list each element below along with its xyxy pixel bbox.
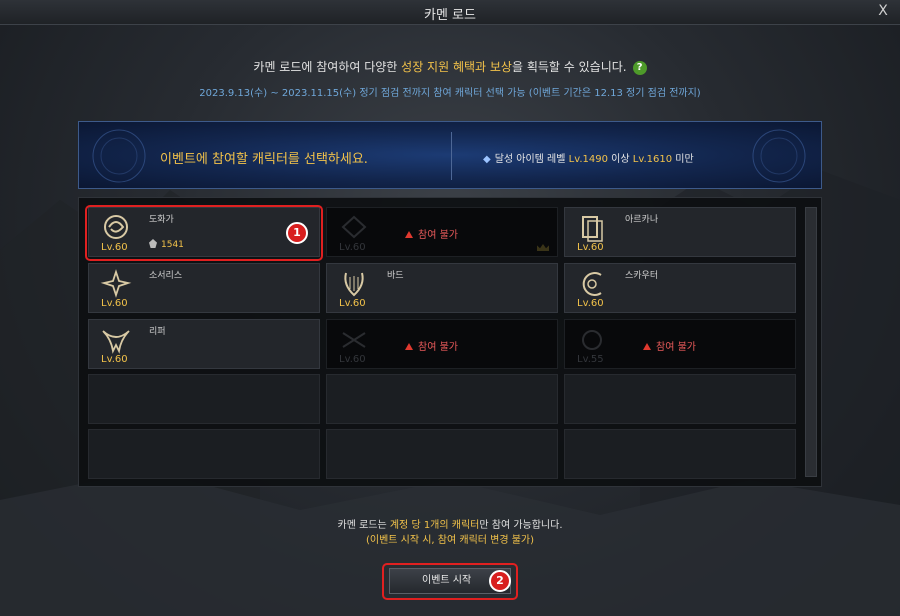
sorceress-icon bbox=[100, 269, 132, 298]
empty-slot bbox=[88, 429, 320, 479]
blocked-class-icon bbox=[342, 332, 366, 348]
warning-icon bbox=[643, 343, 651, 350]
title-bar: 카멘 로드 X bbox=[0, 0, 900, 25]
notice-line-2: (이벤트 시작 시, 참여 캐릭터 변경 불가) bbox=[365, 535, 535, 546]
empty-slot bbox=[564, 429, 796, 479]
empty-slot bbox=[88, 374, 320, 424]
character-slot-sorceress[interactable]: Lv.60 소서리스 bbox=[88, 263, 320, 313]
warning-icon bbox=[405, 343, 413, 350]
close-icon[interactable]: X bbox=[874, 2, 892, 20]
character-slot-arcana[interactable]: Lv.60 아르카나 bbox=[564, 207, 796, 257]
cond-min-level: Lv.1490 bbox=[568, 154, 608, 165]
character-level: Lv.60 bbox=[339, 354, 366, 365]
unavailable-status: 참여 불가 bbox=[643, 338, 696, 353]
character-slot-blocked-2: Lv.60 참여 불가 bbox=[326, 319, 558, 369]
unavailable-status: 참여 불가 bbox=[405, 226, 458, 241]
blocked-class-icon bbox=[341, 215, 367, 239]
step-1-badge: 1 bbox=[286, 222, 308, 244]
notice-after: 만 참여 가능합니다. bbox=[479, 520, 563, 531]
warning-icon bbox=[405, 231, 413, 238]
unavailable-label: 참여 불가 bbox=[418, 342, 458, 353]
character-name: 리퍼 bbox=[149, 327, 166, 337]
step-2-badge: 2 bbox=[489, 570, 511, 592]
character-level: Lv.60 bbox=[339, 298, 366, 309]
character-slot-reaper[interactable]: Lv.60 리퍼 bbox=[88, 319, 320, 369]
character-level: Lv.60 bbox=[339, 242, 366, 253]
cond-max-level: Lv.1610 bbox=[632, 154, 673, 165]
empty-slot bbox=[564, 374, 796, 424]
select-banner: 이벤트에 참여할 캐릭터를 선택하세요. ◆ 달성 아이템 레벨 Lv.1490 … bbox=[78, 121, 822, 189]
intro-highlight: 성장 지원 혜택과 보상 bbox=[401, 60, 512, 74]
crown-icon bbox=[537, 244, 549, 251]
banner-condition: ◆ 달성 아이템 레벨 Lv.1490 이상 Lv.1610 미만 bbox=[483, 150, 694, 165]
character-level: Lv.60 bbox=[101, 298, 128, 309]
unavailable-status: 참여 불가 bbox=[405, 338, 458, 353]
notice-highlight: 계정 당 1개의 캐릭터 bbox=[389, 520, 480, 531]
character-level: Lv.60 bbox=[577, 298, 604, 309]
intro-text: 카멘 로드에 참여하여 다양한 성장 지원 혜택과 보상을 획득할 수 있습니다… bbox=[0, 58, 900, 75]
empty-slot bbox=[326, 374, 558, 424]
character-name: 바드 bbox=[387, 271, 404, 281]
unavailable-label: 참여 불가 bbox=[418, 230, 458, 241]
banner-divider bbox=[451, 132, 452, 180]
character-slot-blocked-1: Lv.60 참여 불가 bbox=[326, 207, 558, 257]
event-period: 2023.9.13(수) ~ 2023.11.15(수) 정기 점검 전까지 참… bbox=[199, 88, 701, 99]
character-slot-bard[interactable]: Lv.60 바드 bbox=[326, 263, 558, 313]
banner-instruction: 이벤트에 참여할 캐릭터를 선택하세요. bbox=[160, 152, 368, 167]
notice-line-1: 카멘 로드는 계정 당 1개의 캐릭터만 참여 가능합니다. bbox=[0, 516, 900, 531]
intro-after: 을 획득할 수 있습니다. bbox=[511, 60, 627, 74]
intro-before: 카멘 로드에 참여하여 다양한 bbox=[253, 60, 402, 74]
character-level: Lv.60 bbox=[101, 354, 128, 365]
notice-before: 카멘 로드는 bbox=[337, 520, 390, 531]
character-slot-scouter[interactable]: Lv.60 스카우터 bbox=[564, 263, 796, 313]
scouter-icon bbox=[582, 272, 602, 296]
bard-icon bbox=[344, 272, 364, 297]
scrollbar[interactable] bbox=[805, 207, 817, 477]
window-title: 카멘 로드 bbox=[424, 8, 476, 23]
reaper-icon bbox=[102, 330, 130, 354]
character-name: 아르카나 bbox=[625, 215, 659, 225]
blocked-class-icon bbox=[582, 330, 602, 350]
arcana-icon bbox=[582, 216, 603, 242]
empty-slot bbox=[326, 429, 558, 479]
help-icon[interactable]: ? bbox=[632, 61, 647, 75]
bullet-icon: ◆ bbox=[483, 154, 491, 165]
character-name: 스카우터 bbox=[625, 271, 659, 281]
character-name: 소서리스 bbox=[149, 271, 183, 281]
character-slot-blocked-3: Lv.55 참여 불가 bbox=[564, 319, 796, 369]
cond-suffix: 미만 bbox=[672, 154, 694, 165]
character-level: Lv.55 bbox=[577, 354, 604, 365]
cond-mid: 이상 bbox=[607, 154, 633, 165]
unavailable-label: 참여 불가 bbox=[656, 342, 696, 353]
cond-prefix: 달성 아이템 레벨 bbox=[494, 154, 569, 165]
character-level: Lv.60 bbox=[577, 242, 604, 253]
